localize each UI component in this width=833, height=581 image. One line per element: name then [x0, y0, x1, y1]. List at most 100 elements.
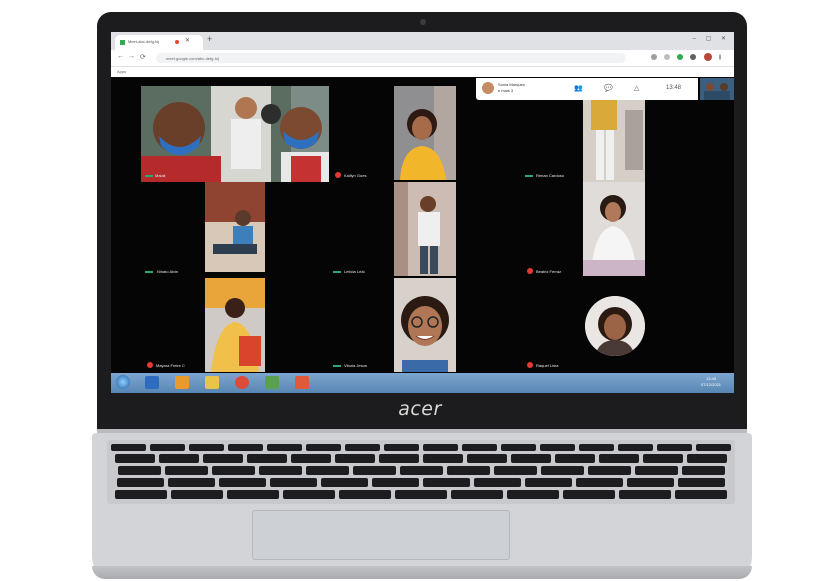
internet-explorer-icon[interactable] — [145, 376, 159, 389]
keyboard-key[interactable] — [291, 454, 331, 463]
keyboard-key[interactable] — [474, 478, 521, 487]
star-icon[interactable] — [664, 54, 670, 60]
keyboard-key[interactable] — [423, 444, 458, 451]
media-player-icon[interactable] — [175, 376, 189, 389]
keyboard-key[interactable] — [579, 444, 614, 451]
profile-avatar[interactable] — [704, 53, 712, 61]
keyboard-key[interactable] — [675, 490, 727, 499]
keyboard-key[interactable] — [493, 466, 537, 475]
url-bar[interactable]: meet.google.com/abc-defg-hij — [156, 53, 626, 63]
keyboard-key[interactable] — [462, 444, 497, 451]
chrome-icon[interactable] — [235, 376, 249, 389]
keyboard-key[interactable] — [115, 454, 155, 463]
keyboard-key[interactable] — [270, 478, 317, 487]
keyboard-key[interactable] — [423, 478, 470, 487]
keyboard-key[interactable] — [451, 490, 503, 499]
keyboard-key[interactable] — [228, 444, 263, 451]
keyboard-key[interactable] — [467, 454, 507, 463]
keyboard-key[interactable] — [345, 444, 380, 451]
keyboard-key[interactable] — [305, 466, 349, 475]
touchpad[interactable] — [252, 510, 510, 560]
keyboard-key[interactable] — [540, 466, 584, 475]
keyboard-key[interactable] — [627, 478, 674, 487]
keyboard-key[interactable] — [211, 466, 255, 475]
keyboard-key[interactable] — [540, 444, 575, 451]
participant-tile: Maiali — [141, 86, 329, 182]
keyboard-key[interactable] — [501, 444, 536, 451]
keyboard-key[interactable] — [525, 478, 572, 487]
keyboard-key[interactable] — [117, 478, 164, 487]
keyboard-key[interactable] — [189, 444, 224, 451]
keyboard-key[interactable] — [643, 454, 683, 463]
keyboard-key[interactable] — [203, 454, 243, 463]
keyboard-key[interactable] — [507, 490, 559, 499]
keyboard-key[interactable] — [587, 466, 631, 475]
keyboard-key[interactable] — [384, 444, 419, 451]
keyboard-key[interactable] — [335, 454, 375, 463]
keyboard-key[interactable] — [657, 444, 692, 451]
app-icon[interactable] — [295, 376, 309, 389]
extension-icon[interactable] — [690, 54, 696, 60]
people-icon[interactable]: 👥 — [574, 84, 583, 92]
new-tab-button[interactable]: + — [207, 34, 212, 44]
keyboard-key[interactable] — [258, 466, 302, 475]
participant-name: Letícia Leal — [344, 269, 365, 274]
keyboard-key[interactable] — [267, 444, 302, 451]
keyboard-key[interactable] — [283, 490, 335, 499]
keyboard-key[interactable] — [168, 478, 215, 487]
keyboard-key[interactable] — [619, 490, 671, 499]
browser-tab[interactable]: Meet-abc-defg-hij ✕ — [115, 35, 203, 50]
keyboard-key[interactable] — [159, 454, 199, 463]
keyboard-key[interactable] — [678, 478, 725, 487]
keyboard-key[interactable] — [599, 454, 639, 463]
keyboard-key[interactable] — [576, 478, 623, 487]
keyboard-key[interactable] — [681, 466, 725, 475]
keyboard-key[interactable] — [115, 490, 167, 499]
app-icon[interactable] — [265, 376, 279, 389]
keyboard-key[interactable] — [399, 466, 443, 475]
keyboard-key[interactable] — [306, 444, 341, 451]
keyboard-key[interactable] — [339, 490, 391, 499]
menu-icon[interactable] — [719, 54, 721, 60]
talking-indicator-icon — [525, 175, 533, 177]
close-tab-icon[interactable]: ✕ — [185, 37, 190, 44]
keyboard-key[interactable] — [423, 454, 463, 463]
participant-tile: Vitoria Jesus — [329, 278, 391, 374]
window-controls[interactable]: – ▢ ✕ — [693, 35, 730, 42]
keyboard-key[interactable] — [150, 444, 185, 451]
keyboard-key[interactable] — [696, 444, 731, 451]
reload-button[interactable]: ⟳ — [140, 53, 146, 61]
keyboard-key[interactable] — [395, 490, 447, 499]
keyboard-key[interactable] — [247, 454, 287, 463]
keyboard-key[interactable] — [111, 444, 146, 451]
chat-icon[interactable]: 💬 — [604, 84, 613, 92]
keyboard-key[interactable] — [446, 466, 490, 475]
keyboard-key[interactable] — [219, 478, 266, 487]
start-button[interactable] — [116, 375, 130, 389]
keyboard-key[interactable] — [372, 478, 419, 487]
bookmark-apps[interactable]: Apps — [117, 69, 126, 74]
keyboard-key[interactable] — [164, 466, 208, 475]
keyboard-key[interactable] — [171, 490, 223, 499]
keyboard-key[interactable] — [321, 478, 368, 487]
muted-mic-icon — [527, 268, 533, 274]
forward-button[interactable]: → — [128, 53, 135, 60]
keyboard-key[interactable] — [555, 454, 595, 463]
keyboard-key[interactable] — [117, 466, 161, 475]
keyboard-key[interactable] — [352, 466, 396, 475]
keyboard-key[interactable] — [687, 454, 727, 463]
activities-icon[interactable]: △ — [634, 84, 639, 92]
keyboard-key[interactable] — [227, 490, 279, 499]
extension-icon[interactable] — [677, 54, 683, 60]
keyboard-key[interactable] — [511, 454, 551, 463]
keyboard-key[interactable] — [379, 454, 419, 463]
talking-indicator-icon — [145, 175, 153, 177]
folder-icon[interactable] — [205, 376, 219, 389]
system-tray-clock[interactable]: 13:48 07/12/2021 — [701, 376, 721, 388]
keyboard-key[interactable] — [618, 444, 653, 451]
camera-icon[interactable] — [651, 54, 657, 60]
participant-video — [141, 86, 329, 182]
keyboard-key[interactable] — [563, 490, 615, 499]
keyboard-key[interactable] — [634, 466, 678, 475]
back-button[interactable]: ← — [117, 53, 124, 60]
